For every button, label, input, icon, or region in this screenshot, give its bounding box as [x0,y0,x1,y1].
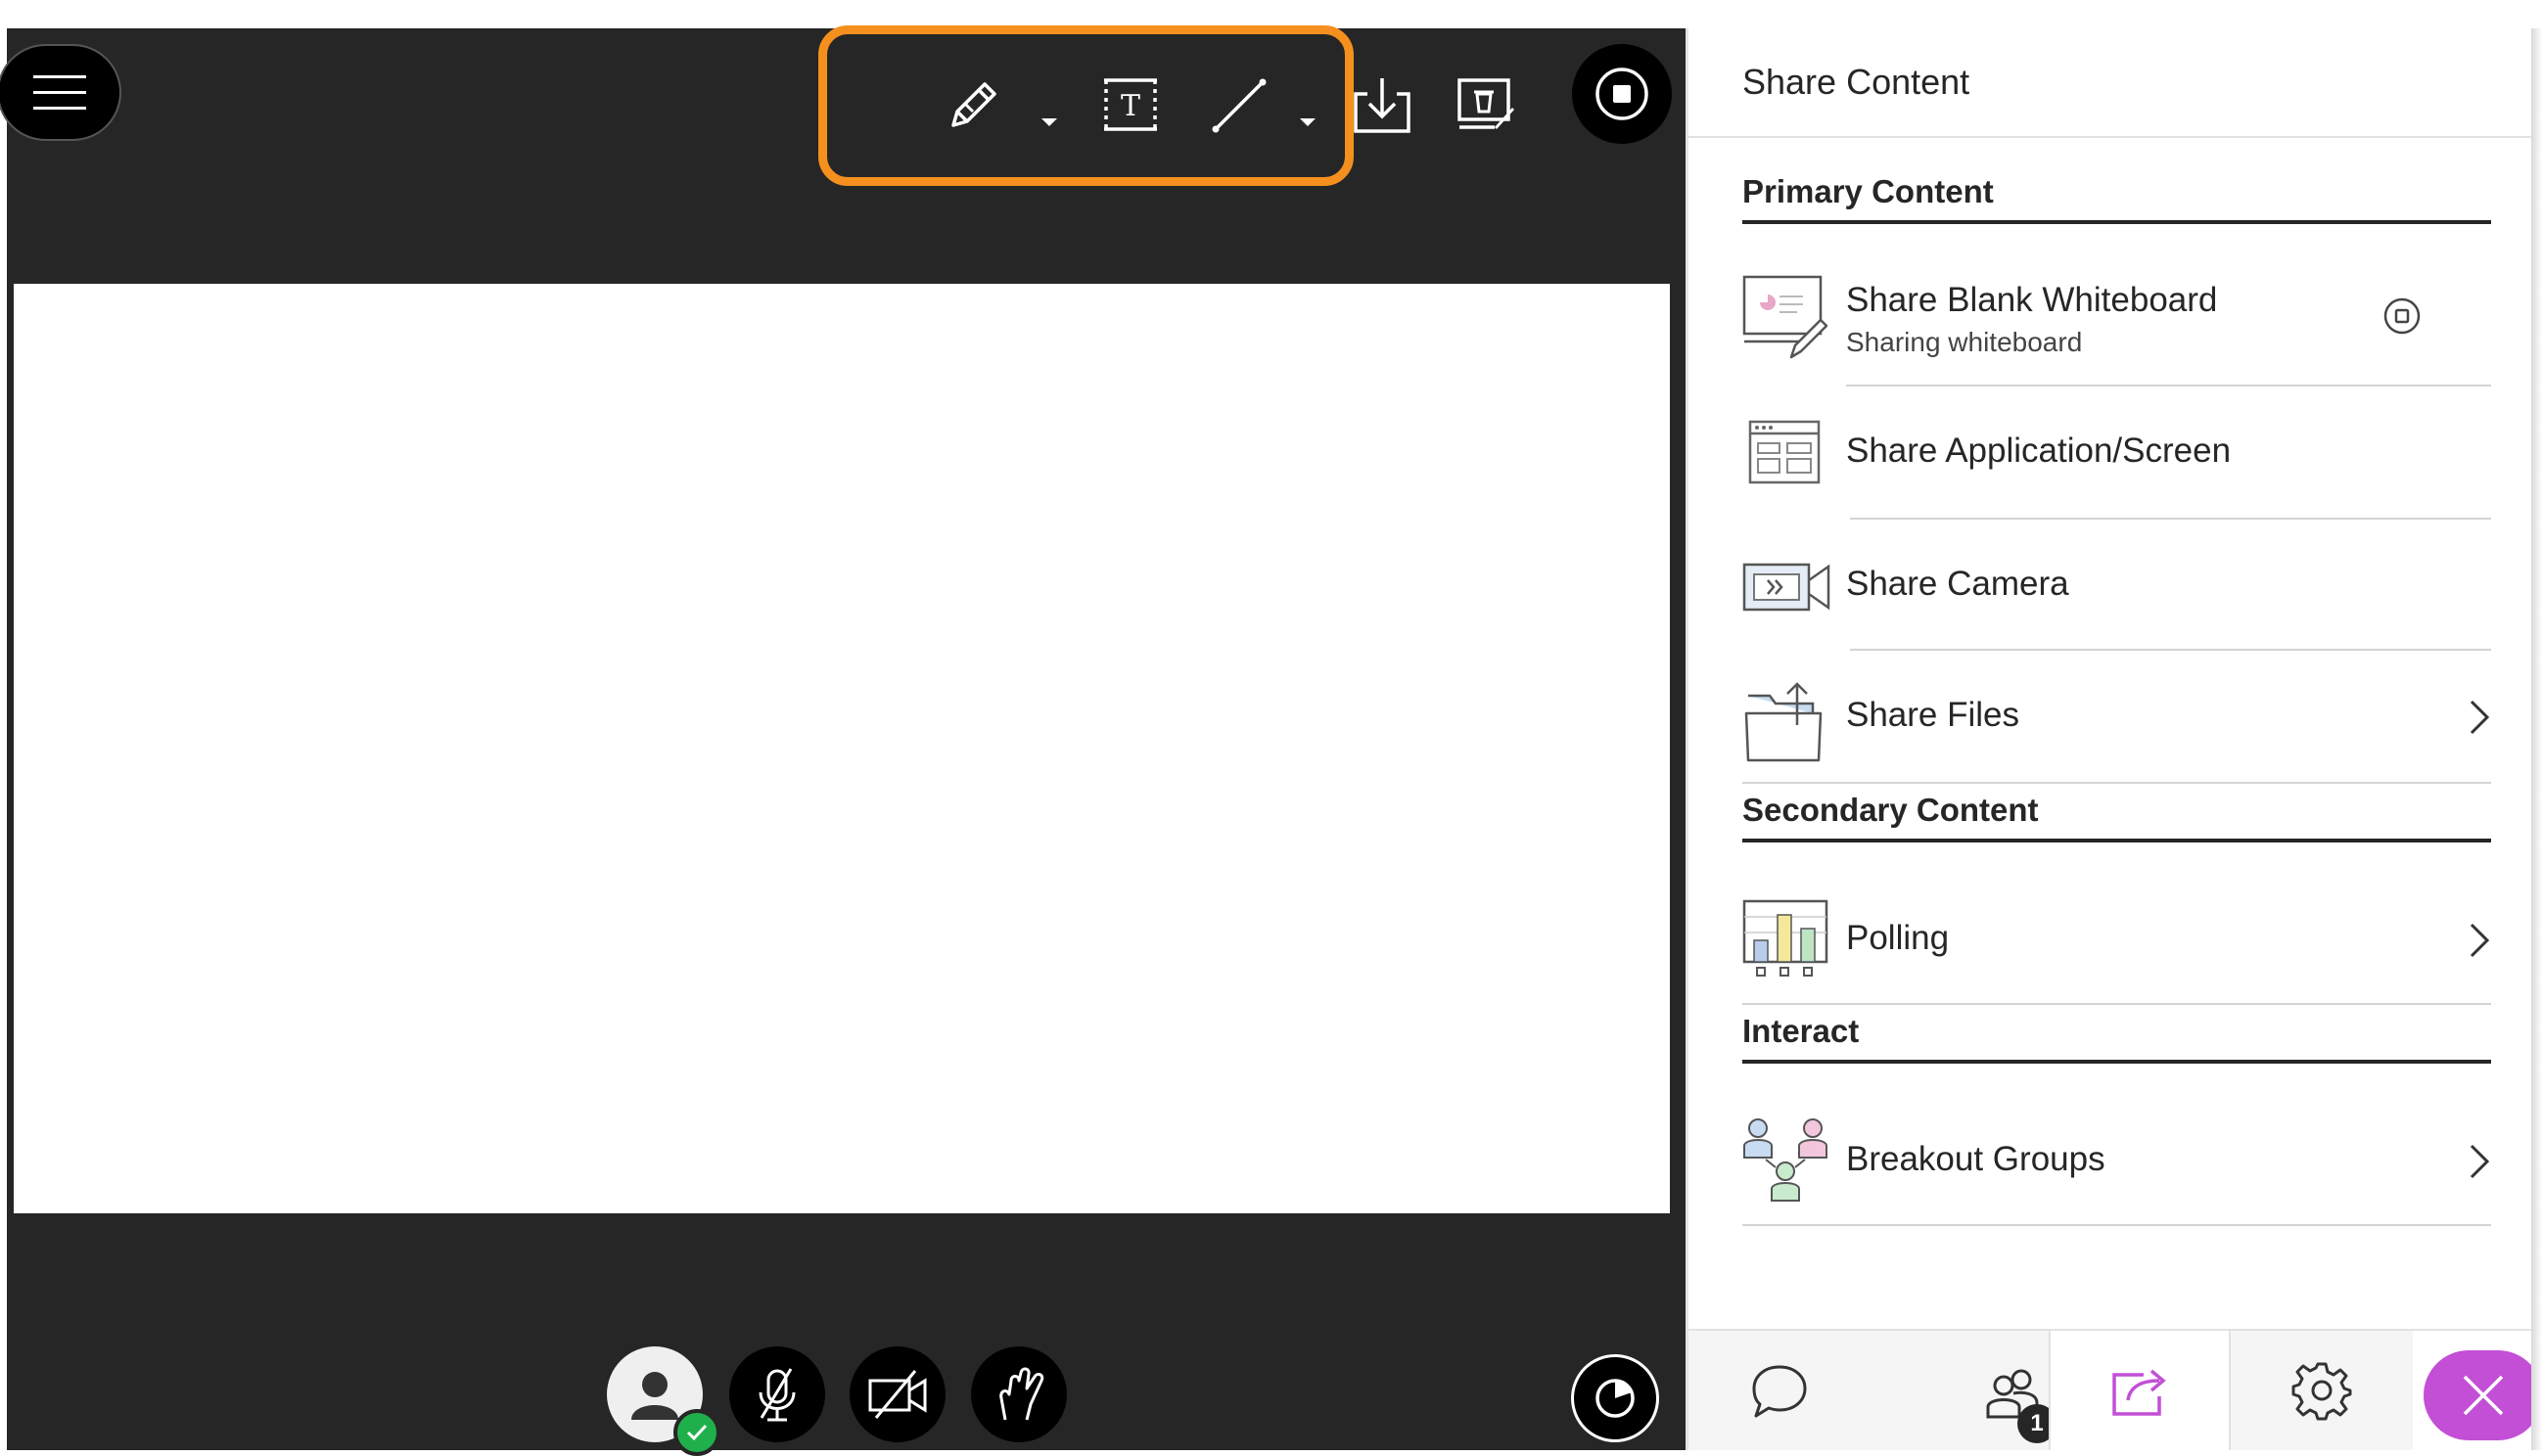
download-icon [1354,78,1410,133]
gauge-icon [1595,1379,1635,1418]
caret-down-icon [1041,118,1057,126]
share-application-screen-label: Share Application/Screen [1846,432,2232,470]
avatar-icon [631,1372,678,1420]
close-icon [2463,1375,2504,1416]
panel-edge-shadow [2531,28,2542,1450]
polling-chart-icon [1742,899,1828,977]
pencil-icon [951,82,996,127]
share-files-label: Share Files [1846,696,2020,734]
chat-icon [1752,1365,1807,1418]
application-screen-icon [1748,420,1821,484]
main-stage: T [0,25,1686,1456]
share-blank-whiteboard-item[interactable]: Share Blank Whiteboard Sharing whiteboar… [1742,246,2491,387]
breakout-groups-item[interactable]: Breakout Groups [1742,1093,2491,1226]
checkmark-icon [686,1424,708,1441]
panel-tab-bar: 1 [1688,1329,2542,1450]
svg-text:T: T [1121,89,1140,123]
line-options-dropdown[interactable] [1293,113,1322,132]
breakout-groups-label: Breakout Groups [1846,1140,2105,1178]
camera-toggle-button[interactable] [850,1346,946,1442]
raise-hand-icon [999,1367,1044,1421]
hamburger-icon [32,74,86,110]
share-content-panel: Share Content Primary Content Share Blan… [1686,28,2542,1450]
line-tool-icon [1212,78,1267,133]
chevron-right-icon [2470,700,2490,735]
caret-down-icon [1300,118,1316,126]
row-divider [1742,782,2491,784]
clear-whiteboard-button[interactable] [1452,66,1520,144]
pencil-options-dropdown[interactable] [1035,113,1064,132]
tab-share-content[interactable] [2049,1331,2231,1450]
whiteboard-icon [1742,275,1828,359]
stop-sharing-button[interactable] [1572,44,1672,144]
share-camera-item[interactable]: Share Camera [1742,520,2491,651]
session-controls [7,1346,1686,1456]
text-tool-icon: T [1104,78,1157,131]
tab-settings[interactable] [2231,1331,2413,1450]
share-application-screen-item[interactable]: Share Application/Screen [1742,387,2491,520]
collaborate-app: T Share Content Primary Content Share Bl… [0,25,2542,1456]
stop-sharing-icon [1595,68,1648,120]
polling-item[interactable]: Polling [1742,872,2491,1005]
gear-icon [2291,1362,2352,1421]
breakout-groups-icon [1743,1118,1827,1202]
text-tool-button[interactable]: T [1093,66,1168,144]
session-menu-button[interactable] [0,44,121,141]
row-divider [1742,1224,2491,1226]
panel-title: Share Content [1688,28,2531,138]
microphone-toggle-button[interactable] [729,1346,825,1442]
folder-upload-icon [1744,682,1823,762]
pencil-tool-button[interactable] [935,66,1013,144]
sharing-status-text: Sharing whiteboard [1846,327,2083,357]
download-whiteboard-button[interactable] [1348,66,1416,144]
share-content-icon [2112,1369,2166,1416]
share-files-item[interactable]: Share Files [1742,651,2491,784]
whiteboard-canvas[interactable] [14,284,1670,1213]
clear-whiteboard-icon [1457,78,1514,129]
raise-hand-button[interactable] [971,1346,1067,1442]
close-panel-button[interactable] [2424,1350,2542,1440]
camera-icon [1742,563,1830,612]
status-available-badge [673,1409,720,1456]
share-camera-label: Share Camera [1846,565,2069,603]
camera-off-icon [868,1370,927,1419]
section-primary-content: Primary Content [1742,173,2491,224]
line-tool-button[interactable] [1199,66,1277,144]
row-divider [1742,1003,2491,1005]
my-status-button[interactable] [607,1346,720,1456]
section-secondary-content: Secondary Content [1742,792,2491,842]
section-interact: Interact [1742,1013,2491,1064]
tab-chat[interactable] [1688,1331,1871,1450]
share-blank-whiteboard-label: Share Blank Whiteboard [1846,281,2218,319]
chevron-right-icon [2470,1144,2490,1179]
chevron-right-icon [2470,923,2490,958]
stop-sharing-whiteboard-icon[interactable] [2382,296,2422,336]
polling-label: Polling [1846,919,1950,957]
connection-status-button[interactable] [1571,1354,1659,1442]
microphone-muted-icon [759,1368,796,1422]
